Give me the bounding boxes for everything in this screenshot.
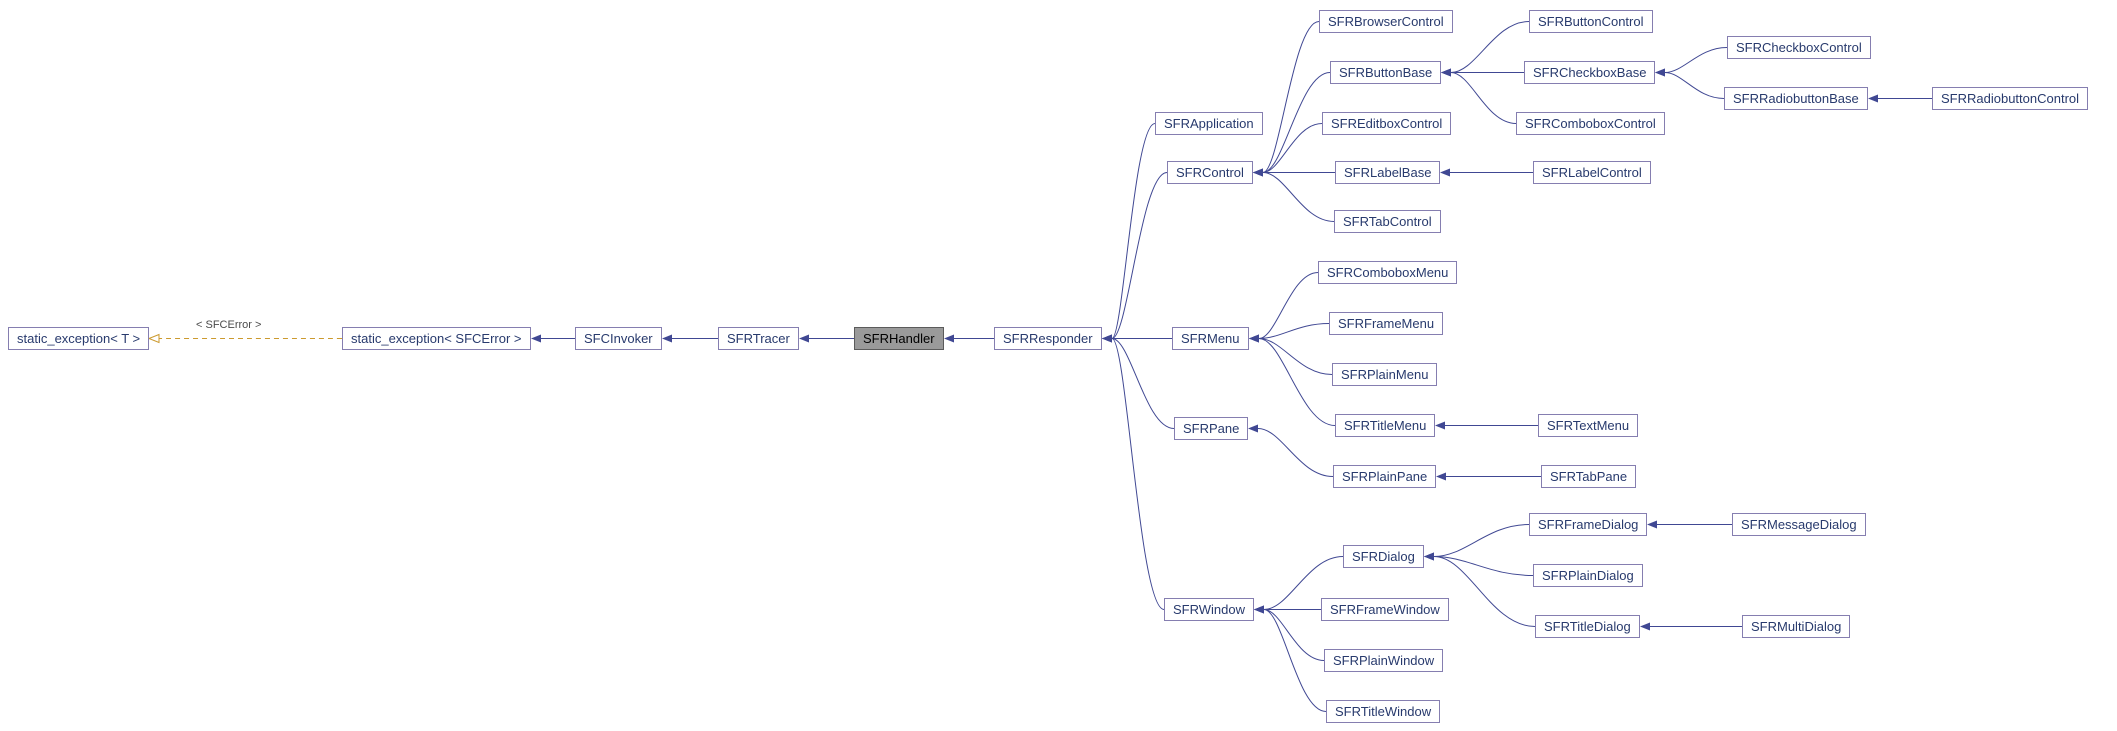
- node-sfreditboxcontrol[interactable]: SFREditboxControl: [1322, 112, 1451, 135]
- node-sfrwindow[interactable]: SFRWindow: [1164, 598, 1254, 621]
- node-sfrplainwindow[interactable]: SFRPlainWindow: [1324, 649, 1443, 672]
- node-sfcinvoker[interactable]: SFCInvoker: [575, 327, 662, 350]
- node-sfrframedialog[interactable]: SFRFrameDialog: [1529, 513, 1647, 536]
- node-sfrhandler-current: SFRHandler: [854, 327, 944, 350]
- node-sfrtabcontrol[interactable]: SFRTabControl: [1334, 210, 1441, 233]
- node-sfrcomboboxcontrol[interactable]: SFRComboboxControl: [1516, 112, 1665, 135]
- node-sfrplainmenu[interactable]: SFRPlainMenu: [1332, 363, 1437, 386]
- node-sfrtitlemenu[interactable]: SFRTitleMenu: [1335, 414, 1435, 437]
- node-sfrdialog[interactable]: SFRDialog: [1343, 545, 1424, 568]
- node-sfrradiobuttoncontrol[interactable]: SFRRadiobuttonControl: [1932, 87, 2088, 110]
- node-sfrradiobuttonbase[interactable]: SFRRadiobuttonBase: [1724, 87, 1868, 110]
- node-sfrmultidialog[interactable]: SFRMultiDialog: [1742, 615, 1850, 638]
- node-sfrlabelbase[interactable]: SFRLabelBase: [1335, 161, 1440, 184]
- node-static-exception-t[interactable]: static_exception< T >: [8, 327, 149, 350]
- node-sfrtitlewindow[interactable]: SFRTitleWindow: [1326, 700, 1440, 723]
- node-static-exception-sfcerror[interactable]: static_exception< SFCError >: [342, 327, 531, 350]
- template-param-label: < SFCError >: [196, 319, 261, 331]
- node-sfrcheckboxcontrol[interactable]: SFRCheckboxControl: [1727, 36, 1871, 59]
- node-sfrmenu[interactable]: SFRMenu: [1172, 327, 1249, 350]
- node-sfrtracer[interactable]: SFRTracer: [718, 327, 799, 350]
- node-sfrmessagedialog[interactable]: SFRMessageDialog: [1732, 513, 1866, 536]
- node-sfrtabpane[interactable]: SFRTabPane: [1541, 465, 1636, 488]
- node-sfrtextmenu[interactable]: SFRTextMenu: [1538, 414, 1638, 437]
- node-sfrtitledialog[interactable]: SFRTitleDialog: [1535, 615, 1640, 638]
- node-sfrframemenu[interactable]: SFRFrameMenu: [1329, 312, 1443, 335]
- node-sfrplaindialog[interactable]: SFRPlainDialog: [1533, 564, 1643, 587]
- node-sfrbrowsercontrol[interactable]: SFRBrowserControl: [1319, 10, 1453, 33]
- node-sfrapplication[interactable]: SFRApplication: [1155, 112, 1263, 135]
- node-sfrbuttoncontrol[interactable]: SFRButtonControl: [1529, 10, 1653, 33]
- node-sfrcomboboxmenu[interactable]: SFRComboboxMenu: [1318, 261, 1457, 284]
- node-sfrlabelcontrol[interactable]: SFRLabelControl: [1533, 161, 1651, 184]
- node-sfrpane[interactable]: SFRPane: [1174, 417, 1248, 440]
- node-sfrresponder[interactable]: SFRResponder: [994, 327, 1102, 350]
- node-sfrframewindow[interactable]: SFRFrameWindow: [1321, 598, 1449, 621]
- node-sfrplainpane[interactable]: SFRPlainPane: [1333, 465, 1436, 488]
- node-sfrcontrol[interactable]: SFRControl: [1167, 161, 1253, 184]
- node-sfrbuttonbase[interactable]: SFRButtonBase: [1330, 61, 1441, 84]
- node-sfrcheckboxbase[interactable]: SFRCheckboxBase: [1524, 61, 1655, 84]
